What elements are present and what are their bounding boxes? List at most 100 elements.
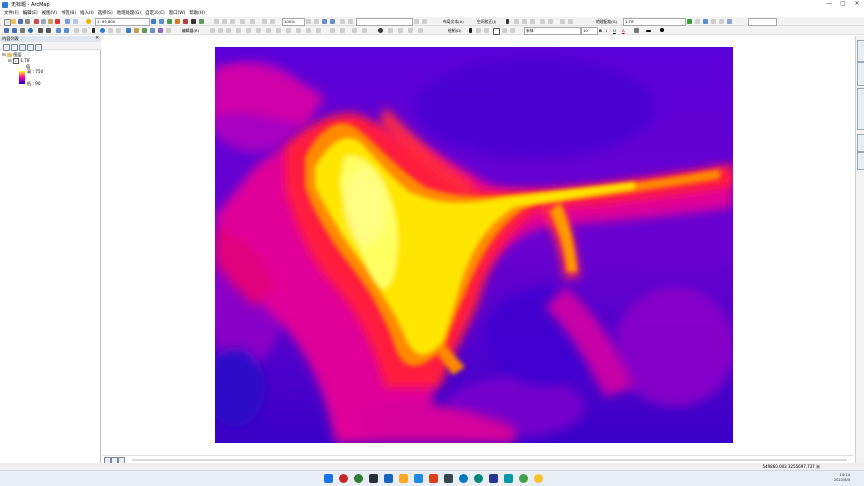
create-features-icon[interactable] (316, 27, 321, 33)
select-elements-icon[interactable] (506, 18, 509, 24)
redo-icon[interactable] (73, 18, 78, 24)
list-by-drawing-order-icon[interactable] (3, 43, 10, 51)
app-icon-2[interactable] (354, 474, 363, 483)
flicker-icon[interactable] (398, 27, 403, 33)
full-extent-icon[interactable] (28, 27, 33, 33)
sketch-properties-icon[interactable] (306, 27, 311, 33)
split-tool-icon[interactable] (276, 27, 281, 33)
focus-data-frame-icon[interactable] (314, 18, 319, 24)
last-page-icon[interactable] (422, 18, 427, 24)
menu-customize[interactable]: 自定义(C) (145, 10, 165, 16)
start-icon[interactable] (324, 474, 333, 483)
measure-icon[interactable] (126, 27, 131, 33)
menu-geoprocessing[interactable]: 地理处理(G) (117, 10, 141, 16)
toc-options-icon[interactable] (35, 43, 42, 51)
delete-icon[interactable] (55, 18, 60, 24)
add-data-icon[interactable] (86, 18, 91, 24)
create-viewer-window-icon[interactable] (166, 27, 171, 33)
time-slider-icon[interactable] (158, 27, 163, 33)
collapse-icon[interactable]: ⊟ (2, 52, 6, 57)
multi-displacement-icon[interactable] (530, 18, 535, 24)
bold-button[interactable]: B (599, 28, 602, 33)
arctoolbox-icon[interactable] (183, 18, 188, 24)
brightness-icon[interactable] (418, 27, 423, 33)
app-icon-7[interactable] (474, 474, 483, 483)
app-icon-8[interactable] (489, 474, 498, 483)
snapping-icon[interactable] (340, 27, 345, 33)
map-display[interactable] (102, 36, 854, 455)
results-tab[interactable] (857, 152, 864, 170)
topology-icon[interactable] (330, 27, 335, 33)
create-features-tab[interactable] (857, 134, 864, 152)
clear-selection-icon[interactable] (82, 27, 87, 33)
draw-select-icon[interactable] (469, 27, 472, 33)
zoom-to-selected-icon[interactable] (484, 27, 489, 33)
collapse-icon[interactable]: ⊟ (8, 58, 12, 63)
fill-color-icon[interactable] (634, 27, 639, 33)
font-name-combo[interactable]: 宋体 (524, 27, 581, 35)
arctoolbox-tab[interactable] (857, 88, 864, 130)
reshape-icon[interactable] (256, 27, 261, 33)
minimize-button[interactable]: — (822, 0, 836, 9)
menu-insert[interactable]: 插入(I) (80, 10, 94, 16)
app-icon-1[interactable] (339, 474, 348, 483)
model-builder-icon[interactable] (199, 18, 204, 24)
list-by-source-icon[interactable] (11, 43, 18, 51)
straight-segment-icon[interactable] (226, 27, 231, 33)
python-icon[interactable] (191, 18, 196, 24)
undo-icon[interactable] (65, 18, 70, 24)
layout-zoom-combo[interactable]: 100% (282, 18, 305, 26)
modify-link-icon[interactable] (522, 18, 527, 24)
underline-button[interactable]: U (613, 28, 616, 33)
copy-icon[interactable] (41, 18, 46, 24)
menu-bookmarks[interactable]: 书签(B) (61, 10, 76, 16)
space-adjust-label[interactable]: 空间校正(J) (477, 19, 496, 25)
draw-menu-label[interactable]: 绘制(D) (448, 28, 461, 34)
toggle-draft-mode-icon[interactable] (306, 18, 311, 24)
rotate-element-icon[interactable] (476, 27, 481, 33)
auto-registration-icon[interactable] (711, 18, 716, 24)
pan-layout-icon[interactable] (230, 18, 235, 24)
georeference-extra-combo[interactable] (748, 18, 777, 26)
editor-menu-label[interactable]: 编辑器(R) (182, 28, 199, 34)
previous-page-icon[interactable] (348, 18, 353, 24)
view-link-table-icon[interactable] (560, 18, 565, 24)
zoom-in-icon[interactable] (4, 27, 9, 33)
table-of-contents-icon[interactable] (159, 18, 164, 24)
save-icon[interactable] (18, 18, 23, 24)
new-document-icon[interactable] (4, 18, 11, 26)
edit-vertices-icon[interactable] (246, 27, 251, 33)
effects-icon[interactable] (378, 27, 383, 33)
georeference-layer-combo[interactable]: 1.TIF (623, 18, 686, 26)
add-control-points-icon[interactable] (703, 18, 708, 24)
italic-button[interactable]: I (606, 28, 607, 33)
horizontal-scrollbar[interactable] (132, 459, 847, 461)
maximize-button[interactable]: ▢ (836, 0, 850, 9)
app-icon-10[interactable] (519, 474, 528, 483)
view-link-table-georef-icon[interactable] (719, 18, 724, 24)
full-extent-layout-icon[interactable] (240, 18, 245, 24)
list-by-visibility-icon[interactable] (19, 43, 26, 51)
list-by-selection-icon[interactable] (27, 43, 34, 51)
menu-selection[interactable]: 选择(S) (98, 10, 113, 16)
contrast-icon[interactable] (408, 27, 413, 33)
zoom-whole-page-icon[interactable] (250, 18, 255, 24)
html-popup-icon[interactable] (116, 27, 121, 33)
menu-help[interactable]: 帮助(H) (189, 10, 205, 16)
zoom-in-fixed-icon[interactable] (214, 18, 219, 24)
next-extent-layout-icon[interactable] (270, 18, 275, 24)
find-icon[interactable] (134, 27, 139, 33)
map-scale-combo[interactable]: 1: 95,800 (95, 18, 150, 26)
page-selector[interactable] (356, 18, 413, 26)
system-clock[interactable]: 14:14 2022/8/4 (834, 473, 850, 483)
attributes-icon[interactable] (296, 27, 301, 33)
close-button[interactable]: ✕ (850, 0, 864, 9)
paste-icon[interactable] (48, 18, 53, 24)
arcmap-taskbar-icon[interactable] (534, 474, 543, 483)
cut-icon[interactable] (34, 18, 39, 24)
search-window-icon[interactable] (175, 18, 180, 24)
catalog-tab[interactable] (857, 40, 864, 62)
trace-icon[interactable] (236, 27, 241, 33)
zoom-out-icon[interactable] (12, 27, 17, 33)
cut-polygons-icon[interactable] (266, 27, 271, 33)
